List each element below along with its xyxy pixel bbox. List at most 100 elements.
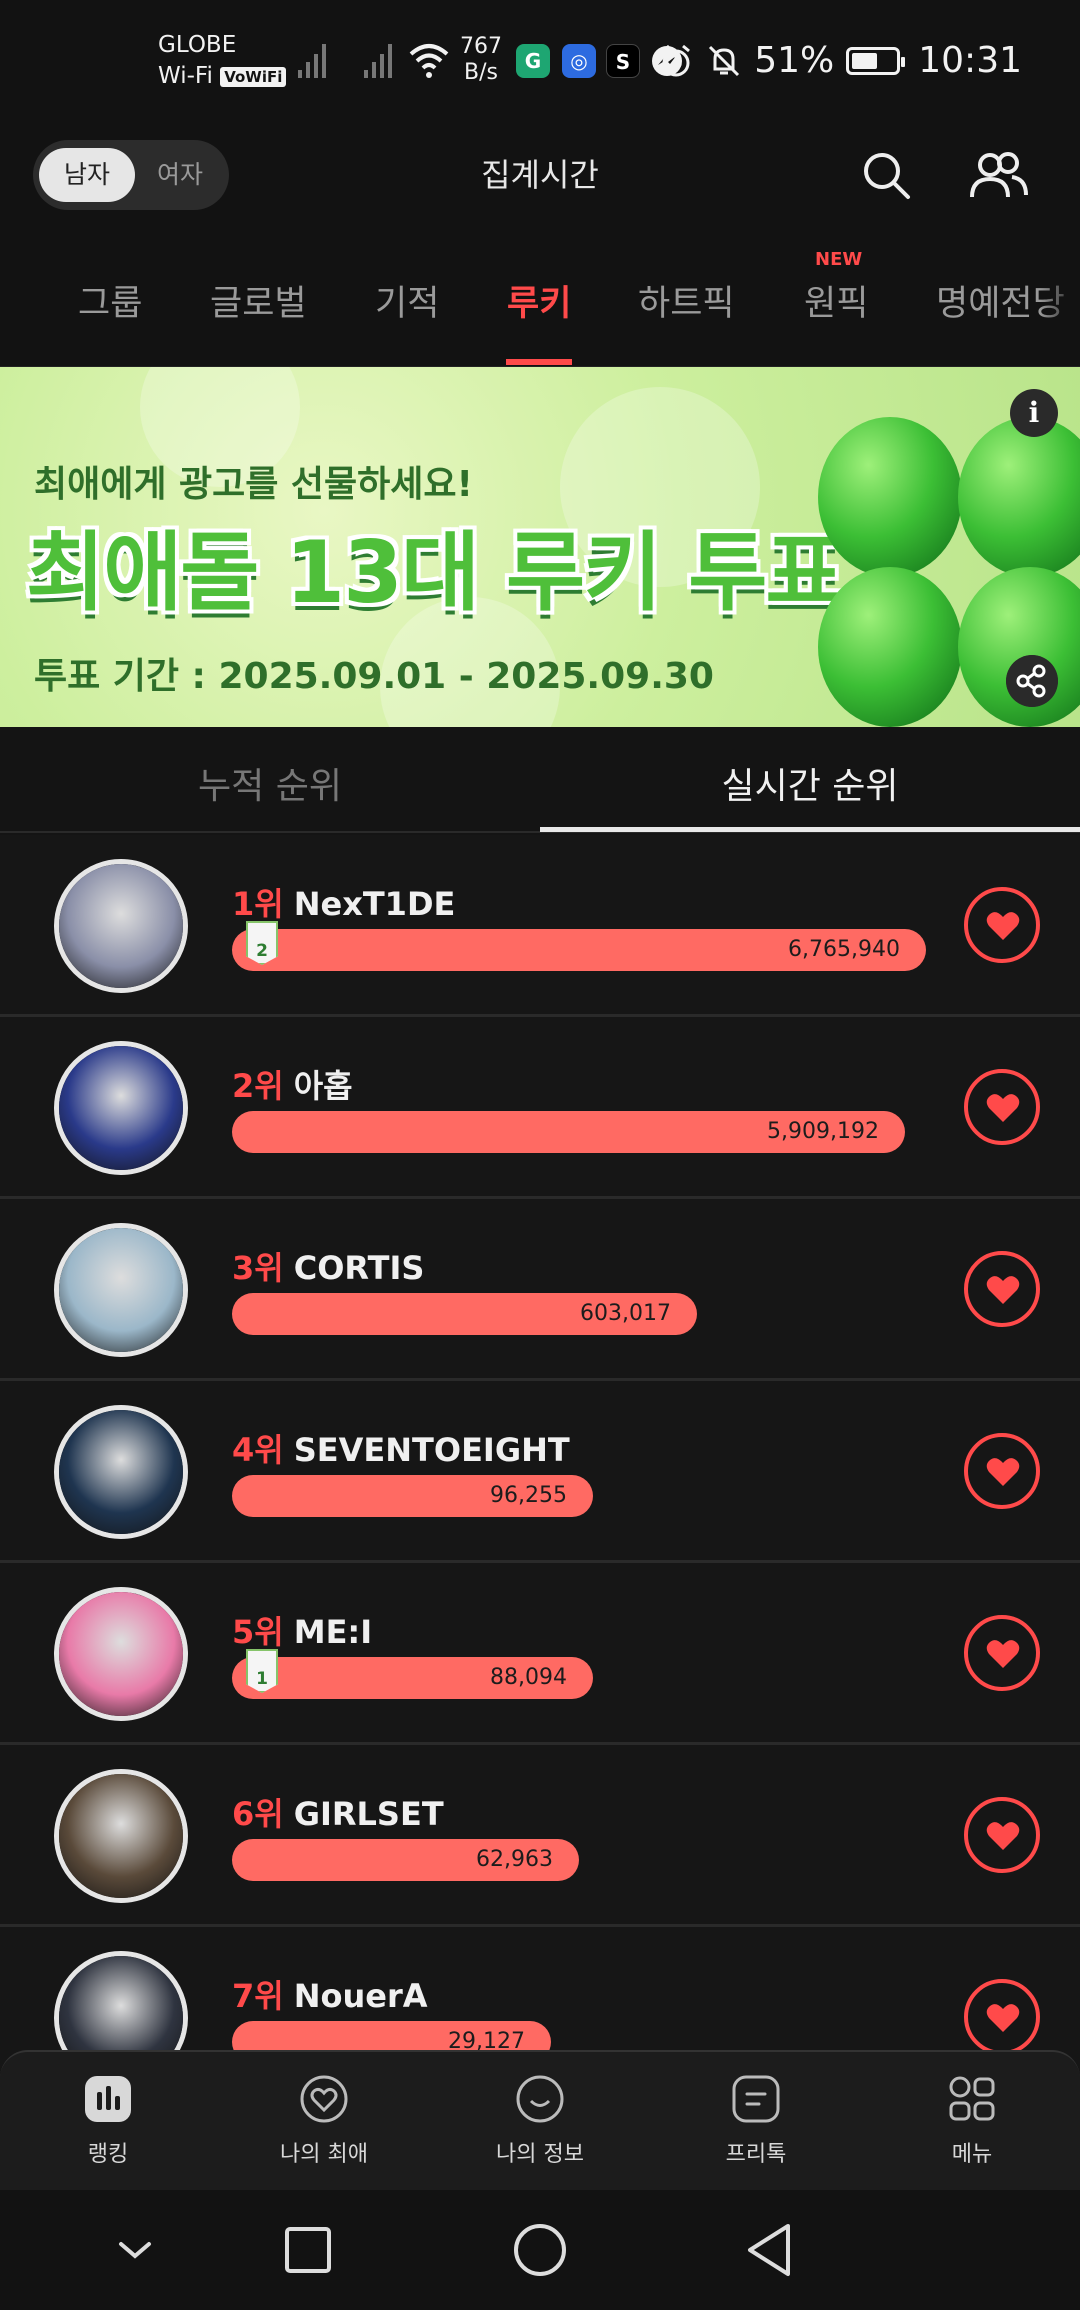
avatar	[54, 1041, 188, 1175]
nav-ranking[interactable]: 랭킹	[0, 2074, 216, 2168]
nav-label: 나의 정보	[496, 2142, 584, 2167]
vote-heart-button[interactable]	[964, 1433, 1040, 1509]
banner-subtitle: 최애에게 광고를 선물하세요!	[34, 464, 473, 505]
avatar-image	[59, 1592, 183, 1716]
vote-count: 62,963	[476, 1847, 553, 1872]
banner-title: 최애돌 13대 루키 투표	[26, 523, 844, 623]
vote-heart-button[interactable]	[964, 887, 1040, 963]
gender-toggle[interactable]: 남자 여자	[33, 140, 229, 210]
vowifi-badge: VoWiFi	[220, 66, 287, 87]
rookie-vote-banner[interactable]: 최애에게 광고를 선물하세요! 최애돌 13대 루키 투표 투표 기간 : 20…	[0, 367, 1080, 727]
carrier-info: GLOBE Wi-Fi VoWiFi	[158, 30, 287, 92]
nav-menu[interactable]: 메뉴	[864, 2074, 1080, 2168]
wifi-icon	[409, 44, 449, 78]
tab-group[interactable]: 그룹	[78, 275, 142, 326]
rank-line: 3위 CORTIS	[232, 1243, 424, 1289]
battery-percent: 51%	[754, 40, 835, 81]
tab-rookie[interactable]: 루키	[507, 275, 571, 326]
vote-bar: 5,909,192	[232, 1111, 905, 1153]
tab-realtime-ranking[interactable]: 실시간 순위	[540, 757, 1080, 809]
status-bar: GLOBE Wi-Fi VoWiFi 767 B/s G ◎ S 51% 10:…	[0, 0, 1080, 125]
heart-icon	[986, 1276, 1020, 1304]
banner-period: 투표 기간 : 2025.09.01 - 2025.09.30	[34, 656, 714, 697]
artist-name: 아홉	[293, 1067, 353, 1105]
tab-cumulative-ranking[interactable]: 누적 순위	[0, 757, 540, 809]
menu-grid-icon	[949, 2076, 995, 2121]
info-button[interactable]: i	[1010, 389, 1058, 437]
ranking-row[interactable]: 1위 NexT1DE 6,765,940 2	[0, 835, 1080, 1017]
heart-icon	[986, 912, 1020, 940]
streak-badge: 1	[246, 1649, 278, 1693]
share-icon[interactable]	[1006, 655, 1058, 707]
nav-free-talk[interactable]: 프리톡	[648, 2074, 864, 2168]
network-speed: 767 B/s	[460, 34, 502, 86]
artist-name: CORTIS	[293, 1249, 425, 1287]
app-sync-icon: ◎	[562, 44, 596, 78]
vote-heart-button[interactable]	[964, 1797, 1040, 1873]
rank-number: 7위	[232, 1977, 284, 2015]
vote-heart-button[interactable]	[964, 1615, 1040, 1691]
net-speed-value: 767	[460, 34, 502, 59]
chevron-down-icon[interactable]	[105, 2220, 165, 2280]
nav-my-favorite[interactable]: 나의 최애	[216, 2074, 432, 2168]
nav-label: 나의 최애	[280, 2142, 368, 2167]
ranking-row[interactable]: 6위 GIRLSET 62,963	[0, 1745, 1080, 1927]
avatar-image	[59, 864, 183, 988]
avatar-image	[59, 1046, 183, 1170]
alarm-icon	[662, 44, 691, 76]
search-icon[interactable]	[858, 147, 914, 203]
vote-count: 603,017	[580, 1301, 671, 1326]
rank-line: 2위 아홉	[232, 1061, 353, 1107]
category-tabs: | 그룹 글로벌 기적 루키 하트픽 NEW 원픽 명예전당	[0, 245, 1080, 367]
tab-onepick[interactable]: 원픽	[804, 275, 868, 326]
vote-heart-button[interactable]	[964, 1251, 1040, 1327]
vote-heart-button[interactable]	[964, 1979, 1040, 2055]
avatar	[54, 1769, 188, 1903]
vote-heart-button[interactable]	[964, 1069, 1040, 1145]
aggregation-time-title[interactable]: 집계시간	[340, 150, 740, 196]
users-icon[interactable]	[966, 147, 1030, 203]
grammarly-icon: G	[516, 44, 550, 78]
ranking-row[interactable]: 4위 SEVENTOEIGHT 96,255	[0, 1381, 1080, 1563]
vote-count: 5,909,192	[767, 1119, 879, 1144]
notifications-off-icon	[709, 45, 740, 76]
avatar	[54, 859, 188, 993]
rank-line: 5위 ME:I	[232, 1607, 372, 1653]
recents-square-icon[interactable]	[278, 2220, 338, 2280]
rank-line: 1위 NexT1DE	[232, 879, 455, 925]
tab-heartpick[interactable]: 하트픽	[638, 275, 735, 326]
rank-line: 7위 NouerA	[232, 1971, 428, 2017]
nav-label: 메뉴	[951, 2142, 993, 2167]
avatar	[54, 1405, 188, 1539]
tabs-fade	[1040, 245, 1080, 366]
vote-bar: 6,765,940	[232, 929, 926, 971]
avatar	[54, 1587, 188, 1721]
vote-bar: 62,963	[232, 1839, 579, 1881]
home-circle-icon[interactable]	[510, 2220, 570, 2280]
nav-label: 랭킹	[87, 2142, 129, 2167]
rank-number: 5위	[232, 1613, 284, 1651]
ranking-row[interactable]: 2위 아홉 5,909,192	[0, 1017, 1080, 1199]
new-badge: NEW	[815, 249, 863, 270]
gender-male-option[interactable]: 남자	[39, 148, 135, 202]
artist-name: NexT1DE	[293, 885, 456, 923]
ranking-row[interactable]: 3위 CORTIS 603,017	[0, 1199, 1080, 1381]
signal-bars-icon	[364, 44, 392, 78]
rank-number: 6위	[232, 1795, 284, 1833]
heart-outline-icon	[300, 2075, 348, 2123]
bottom-navigation: 랭킹 나의 최애 나의 정보 프리톡 메뉴	[0, 2050, 1080, 2190]
nav-my-info[interactable]: 나의 정보	[432, 2074, 648, 2168]
rank-number: 3위	[232, 1249, 284, 1287]
rank-number: 1위	[232, 885, 284, 923]
back-triangle-icon[interactable]	[740, 2220, 800, 2280]
tab-miracle[interactable]: 기적	[375, 275, 439, 326]
tab-global[interactable]: 글로벌	[210, 275, 307, 326]
gender-female-option[interactable]: 여자	[137, 148, 223, 202]
vote-bar: 96,255	[232, 1475, 593, 1517]
ranking-row[interactable]: 5위 ME:I 88,094 1	[0, 1563, 1080, 1745]
active-tab-indicator	[506, 359, 572, 365]
artist-name: SEVENTOEIGHT	[293, 1431, 570, 1469]
rank-line: 6위 GIRLSET	[232, 1789, 444, 1835]
signal-bars-icon	[298, 44, 326, 78]
vote-count: 6,765,940	[788, 937, 900, 962]
